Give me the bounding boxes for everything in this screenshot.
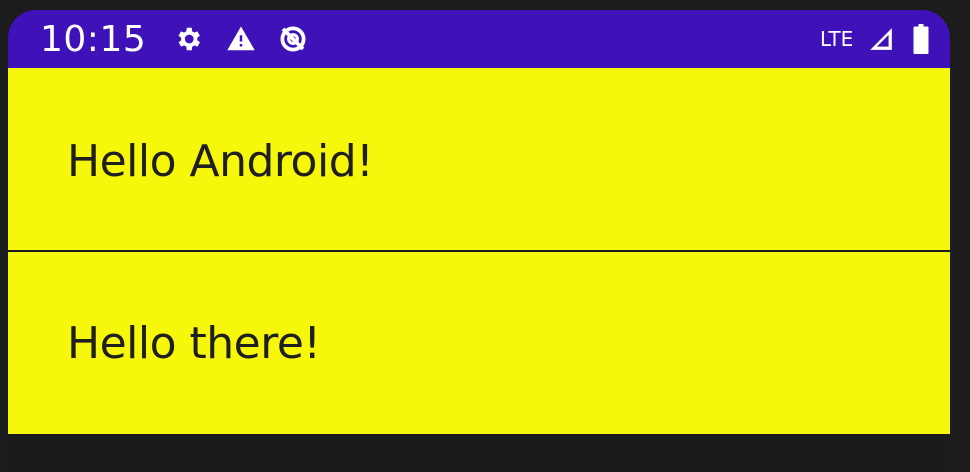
settings-gear-icon [173, 24, 203, 54]
content-area: Hello Android! Hello there! [8, 68, 950, 434]
warning-icon [226, 24, 256, 54]
greeting-text: Hello there! [67, 318, 321, 369]
battery-icon [910, 24, 932, 54]
signal-icon [868, 26, 894, 52]
greeting-card: Hello there! [8, 252, 950, 434]
status-bar: 10:15 LTE [8, 10, 950, 68]
status-clock: 10:15 [40, 19, 147, 60]
phone-screen: 10:15 LTE Hello Android! Hello there! [8, 10, 950, 472]
greeting-text: Hello Android! [67, 136, 374, 187]
greeting-card: Hello Android! [8, 68, 950, 250]
network-type-label: LTE [820, 27, 854, 51]
data-saver-icon [278, 24, 308, 54]
